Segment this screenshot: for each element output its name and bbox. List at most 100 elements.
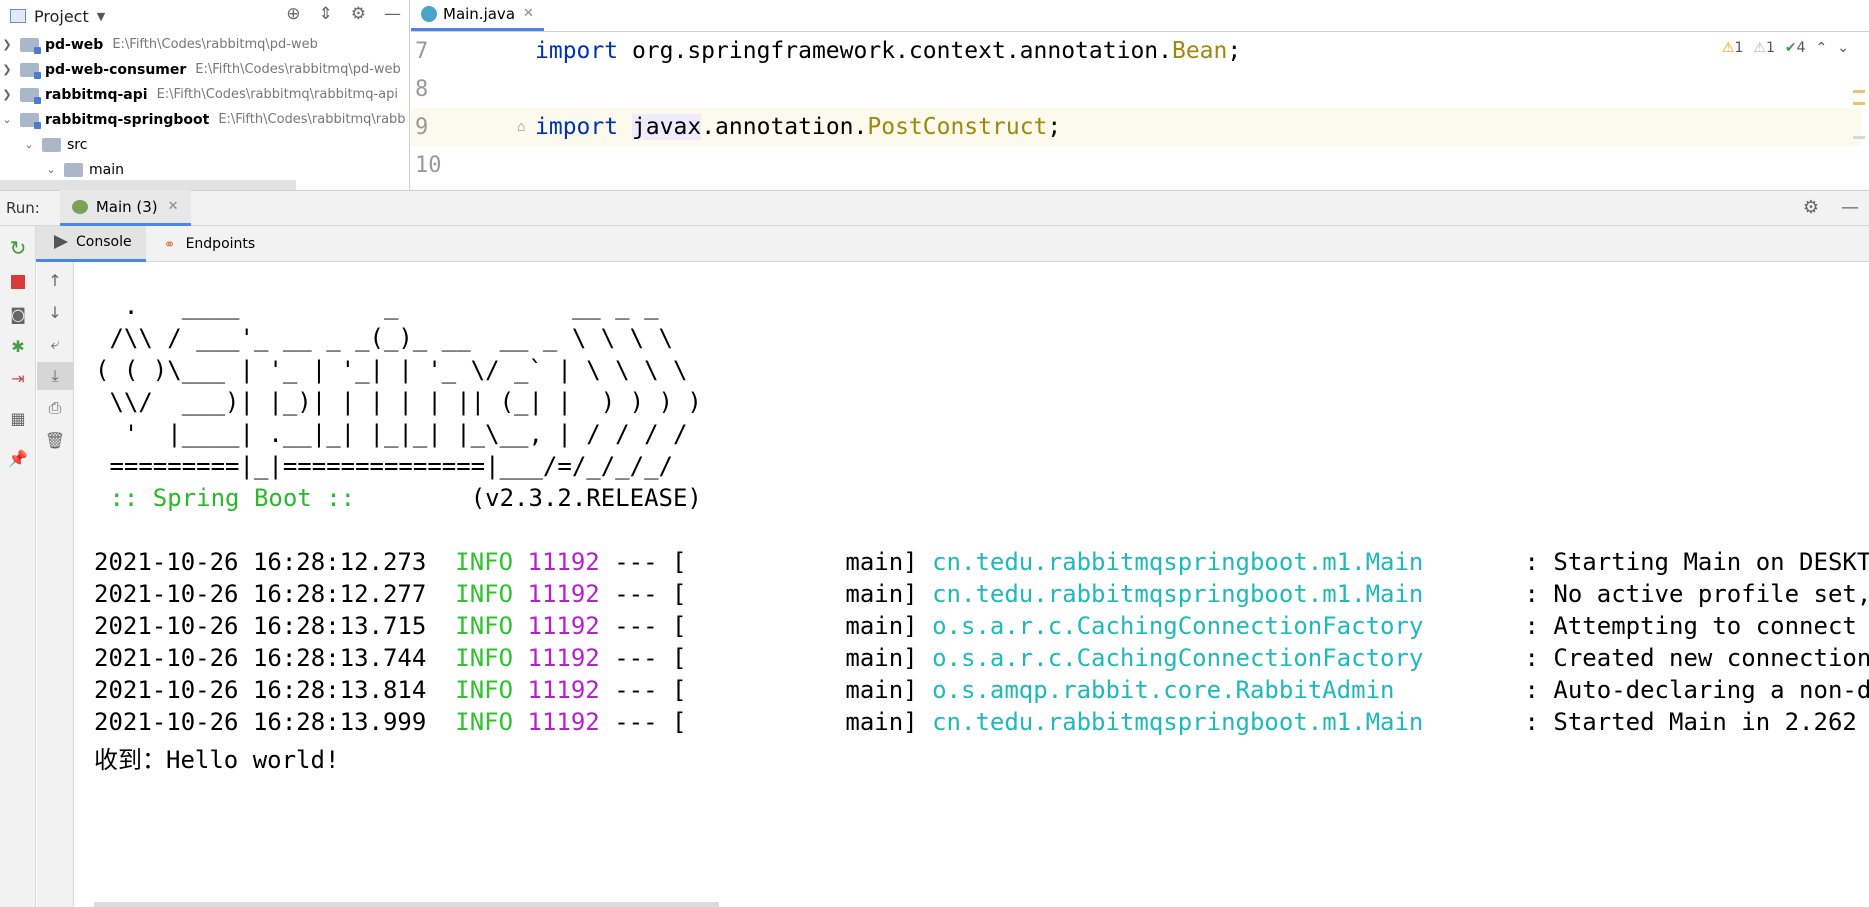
line-number: 7 bbox=[415, 38, 429, 64]
error-stripe-marker[interactable] bbox=[1853, 136, 1865, 139]
banner-line: ( ( )\___ | '_ | '_| | '_ \/ _` | \ \ \ … bbox=[95, 356, 688, 384]
collapse-all-icon[interactable]: ⇕ bbox=[319, 4, 333, 24]
semicolon: ; bbox=[1227, 38, 1242, 64]
log-thread: --- [ main] bbox=[599, 580, 933, 608]
log-message: : No active profile set, fal bbox=[1524, 580, 1869, 608]
keyword: import bbox=[535, 38, 619, 64]
scroll-to-end-icon[interactable]: ⤓ bbox=[37, 362, 73, 390]
code-text: import javax.annotation.PostConstruct; bbox=[535, 114, 1061, 140]
log-level: INFO bbox=[455, 612, 514, 640]
keyword: import bbox=[535, 114, 619, 140]
code-line: 10 bbox=[411, 146, 1861, 184]
log-message: : Starting Main on DESKTOP-J bbox=[1524, 548, 1869, 576]
console-icon bbox=[54, 235, 68, 249]
tree-item-path: E:\Fifth\Codes\rabbitmq\rabb bbox=[218, 112, 406, 127]
package: org.springframework.context.annotation. bbox=[618, 38, 1172, 64]
log-timestamp: 2021-10-26 16:28:12.273 bbox=[94, 548, 427, 576]
project-panel: Project ▼ ⊕ ⇕ ⚙ — ❯ pd-web E:\Fifth\Code… bbox=[0, 0, 410, 190]
log-pid: 11192 bbox=[527, 612, 600, 640]
inspection-widget[interactable]: ⚠1 ⚠1 ✔4 ⌃ ⌄ bbox=[1722, 40, 1849, 56]
log-message: : Created new connection: ra bbox=[1524, 644, 1869, 672]
banner-line: /\\ / ___'_ __ _ _(_)_ __ __ _ \ \ \ \ bbox=[95, 324, 673, 352]
class-name: PostConstruct bbox=[867, 114, 1048, 140]
log-message: : Auto-declaring a non-durab bbox=[1524, 676, 1869, 704]
tree-item-pd-web-consumer[interactable]: ❯ pd-web-consumer E:\Fifth\Codes\rabbitm… bbox=[0, 57, 409, 82]
error-stripe-marker[interactable] bbox=[1853, 102, 1865, 105]
tree-item-rabbitmq-springboot[interactable]: ⌄ rabbitmq-springboot E:\Fifth\Codes\rab… bbox=[0, 107, 409, 132]
log-level: INFO bbox=[455, 580, 514, 608]
chevron-up-icon[interactable]: ⌃ bbox=[1816, 40, 1828, 56]
layout-icon[interactable]: ▦ bbox=[0, 404, 36, 432]
stop-icon[interactable] bbox=[0, 268, 36, 296]
chevron-down-icon[interactable]: ⌄ bbox=[1837, 40, 1849, 56]
tree-item-pd-web[interactable]: ❯ pd-web E:\Fifth\Codes\rabbitmq\pd-web bbox=[0, 32, 409, 57]
close-icon[interactable]: ✕ bbox=[523, 6, 534, 21]
fold-icon[interactable]: ⌂ bbox=[517, 119, 525, 135]
log-timestamp: 2021-10-26 16:28:13.744 bbox=[94, 644, 427, 672]
close-icon[interactable]: ✕ bbox=[168, 199, 179, 214]
trash-icon[interactable]: 🗑 bbox=[37, 426, 73, 454]
run-tab-main[interactable]: Main (3) ✕ bbox=[59, 190, 191, 226]
exit-icon[interactable]: ⇥ bbox=[0, 364, 36, 392]
tab-console[interactable]: Console bbox=[36, 225, 146, 262]
chevron-down-icon[interactable]: ⌄ bbox=[22, 138, 36, 151]
soft-wrap-icon[interactable]: ⤶ bbox=[37, 330, 73, 358]
console-output[interactable]: . ____ _ __ _ _ /\\ / ___'_ __ _ _(_)_ _… bbox=[75, 262, 1869, 907]
chevron-down-icon[interactable]: ▼ bbox=[97, 10, 105, 23]
locate-icon[interactable]: ⊕ bbox=[286, 4, 300, 24]
project-panel-header: Project ▼ ⊕ ⇕ ⚙ — bbox=[0, 0, 409, 32]
tree-item-name: pd-web-consumer bbox=[45, 61, 187, 78]
pin-icon[interactable]: 📌 bbox=[0, 444, 36, 472]
banner-line: . ____ _ __ _ _ bbox=[95, 292, 659, 320]
minimize-icon[interactable]: — bbox=[1841, 197, 1859, 218]
typo-count[interactable]: ✔4 bbox=[1785, 40, 1806, 56]
rerun-icon[interactable]: ↻ bbox=[0, 234, 36, 262]
project-title[interactable]: Project bbox=[34, 7, 89, 26]
code-area[interactable]: 7 import org.springframework.context.ann… bbox=[411, 32, 1869, 190]
tree-item-path: E:\Fifth\Codes\rabbitmq\pd-web bbox=[195, 62, 401, 77]
module-folder-icon bbox=[20, 62, 41, 79]
log-logger: o.s.a.r.c.CachingConnectionFactory bbox=[932, 644, 1511, 672]
tree-item-name: rabbitmq-springboot bbox=[45, 111, 210, 128]
log-pid: 11192 bbox=[527, 676, 600, 704]
folder-icon bbox=[64, 162, 83, 177]
spring-boot-run-icon bbox=[71, 199, 88, 214]
tree-item-main[interactable]: ⌄ main bbox=[0, 157, 409, 182]
warning-count[interactable]: ⚠1 bbox=[1722, 40, 1743, 56]
tree-item-name: main bbox=[89, 161, 124, 178]
tree-item-name: rabbitmq-api bbox=[45, 86, 148, 103]
tree-item-src[interactable]: ⌄ src bbox=[0, 132, 409, 157]
chevron-right-icon[interactable]: ❯ bbox=[0, 63, 14, 76]
log-message: : Attempting to connect to: bbox=[1524, 612, 1857, 640]
print-icon[interactable]: ⎙ bbox=[37, 394, 73, 422]
camera-icon[interactable]: ◙ bbox=[0, 300, 36, 328]
chevron-down-icon[interactable]: ⌄ bbox=[44, 163, 58, 176]
weak-warning-count[interactable]: ⚠1 bbox=[1753, 40, 1774, 56]
tree-item-name: pd-web bbox=[45, 36, 104, 53]
package-highlight: javax bbox=[631, 114, 702, 140]
log-pid: 11192 bbox=[527, 708, 600, 736]
arrow-down-icon[interactable]: ↓ bbox=[37, 298, 73, 326]
chevron-down-icon[interactable]: ⌄ bbox=[0, 113, 14, 126]
debug-icon[interactable]: ✱ bbox=[0, 332, 36, 360]
arrow-up-icon[interactable]: ↑ bbox=[37, 266, 73, 294]
error-stripe-marker[interactable] bbox=[1853, 90, 1865, 93]
tab-endpoints[interactable]: ⚭ Endpoints bbox=[146, 226, 270, 262]
horizontal-scrollbar[interactable] bbox=[94, 902, 719, 907]
chevron-right-icon[interactable]: ❯ bbox=[0, 38, 14, 51]
log-pid: 11192 bbox=[527, 548, 600, 576]
banner-line: \\/ ___)| |_)| | | | | || (_| | ) ) ) ) bbox=[95, 388, 702, 416]
gear-icon[interactable]: ⚙ bbox=[1803, 197, 1819, 218]
tree-item-rabbitmq-api[interactable]: ❯ rabbitmq-api E:\Fifth\Codes\rabbitmq\r… bbox=[0, 82, 409, 107]
horizontal-scrollbar[interactable] bbox=[0, 180, 296, 190]
log-timestamp: 2021-10-26 16:28:12.277 bbox=[94, 580, 427, 608]
run-toolwindow-header: Run: Main (3) ✕ ⚙ — bbox=[0, 190, 1869, 226]
weak-warning-count-value: 1 bbox=[1765, 40, 1775, 56]
tab-main-java[interactable]: Main.java ✕ bbox=[411, 0, 544, 31]
run-sub-tabs: Console ⚭ Endpoints bbox=[36, 225, 1869, 262]
code-text: import org.springframework.context.annot… bbox=[535, 38, 1241, 64]
log-timestamp: 2021-10-26 16:28:13.715 bbox=[94, 612, 427, 640]
gear-icon[interactable]: ⚙ bbox=[351, 4, 366, 24]
minimize-icon[interactable]: — bbox=[384, 4, 401, 24]
chevron-right-icon[interactable]: ❯ bbox=[0, 88, 14, 101]
